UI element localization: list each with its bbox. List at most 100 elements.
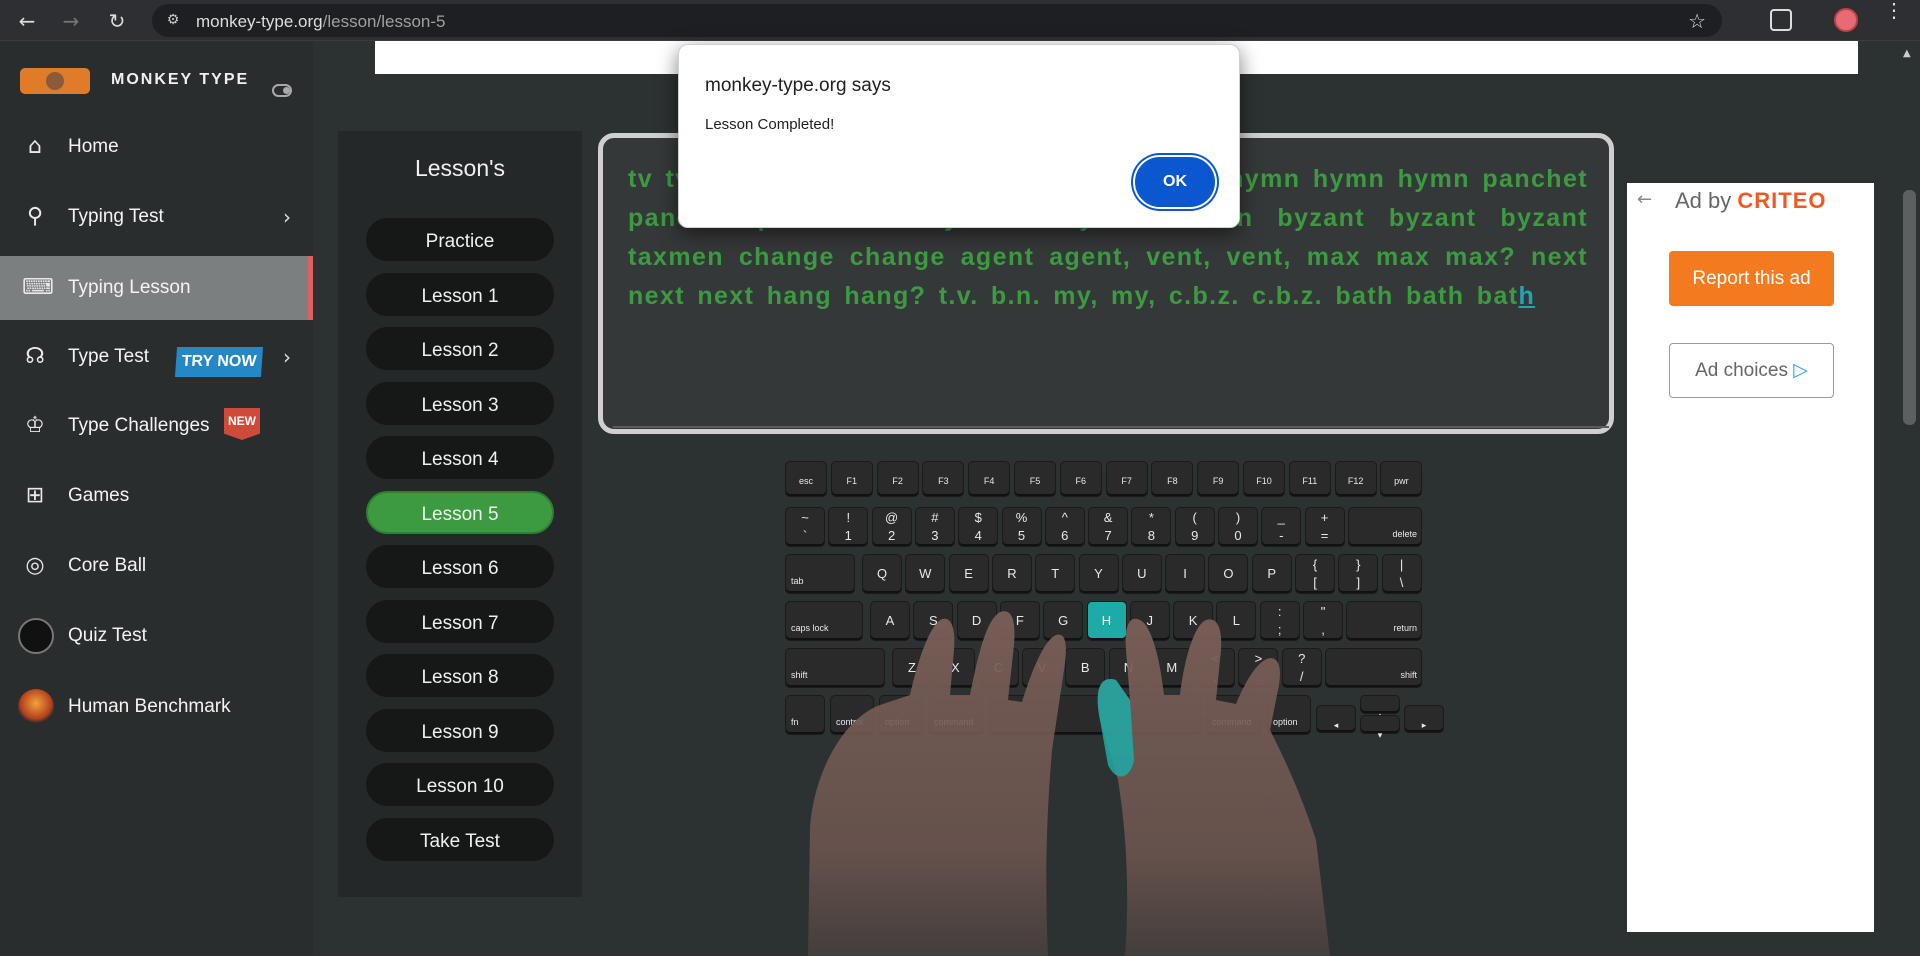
key-f11: F11 (1288, 461, 1331, 497)
key-esc: esc (785, 461, 827, 497)
lesson-button-8[interactable]: Lesson 8 (366, 654, 554, 697)
extensions-icon[interactable] (1770, 9, 1792, 31)
theme-toggle-icon[interactable] (272, 84, 292, 97)
sidebar-item-type-challenges[interactable]: ♔ Type Challenges (0, 394, 313, 458)
try-now-badge[interactable]: TRY NOW (174, 347, 264, 377)
lesson-button-4[interactable]: Lesson 4 (366, 436, 554, 479)
ad-by-text: Ad by (1675, 188, 1732, 213)
dialog-message: Lesson Completed! (705, 116, 835, 133)
key-f7: F7 (1105, 461, 1148, 497)
sidebar-item-quiz-test[interactable]: Quiz Test (0, 604, 313, 668)
brand-name[interactable]: MONKEY TYPE (111, 71, 249, 89)
lesson-button-10[interactable]: Lesson 10 (366, 763, 554, 806)
dialog-title: monkey-type.org says (705, 75, 891, 96)
sidebar-item-type-test[interactable]: ☊ Type Test › (0, 325, 313, 389)
sidebar-item-home[interactable]: ⌂ Home (0, 115, 313, 179)
scrollbar-thumb[interactable] (1903, 190, 1916, 425)
new-badge: NEW (224, 408, 260, 440)
page-scrollbar[interactable] (1900, 41, 1920, 956)
ad-choices-button[interactable]: Ad choices ▷ (1669, 343, 1834, 398)
key-2: @2 (871, 507, 912, 547)
report-ad-button[interactable]: Report this ad (1669, 251, 1834, 306)
bookmark-star-icon[interactable]: ☆ (1688, 9, 1706, 33)
text-divider (613, 426, 1609, 428)
profile-avatar[interactable] (1834, 8, 1858, 32)
key-o: O (1208, 554, 1249, 594)
key-10: ) 0 (1218, 507, 1258, 547)
lesson-button-2[interactable]: Lesson 2 (366, 327, 554, 370)
scroll-up-arrow-icon[interactable]: ▲ (1903, 48, 1915, 59)
key-e: E (948, 554, 989, 594)
key-4: $4 (958, 507, 999, 547)
sidebar-item-label: Home (68, 136, 119, 157)
sidebar-item-label: Quiz Test (68, 625, 147, 646)
key-delete: delete (1347, 507, 1422, 547)
key-1: ! 1 (828, 507, 869, 547)
ad-by-label: Ad by CRITEO (1675, 188, 1827, 214)
key-f9: F9 (1197, 461, 1240, 497)
browser-menu-icon[interactable]: ⋮ (1884, 1, 1904, 21)
reload-icon[interactable]: ↻ (104, 8, 130, 34)
key-i: I (1165, 554, 1206, 594)
chevron-right-icon[interactable]: › (283, 345, 291, 369)
site-info-icon[interactable]: ⚙ (164, 11, 182, 29)
lesson-button-3[interactable]: Lesson 3 (366, 382, 554, 425)
address-bar[interactable]: ⚙ monkey-type.org/lesson/lesson-5 ☆ (152, 4, 1722, 37)
key-p: P (1251, 554, 1292, 594)
key-9: (9 (1174, 507, 1215, 547)
gitlab-icon: ☊ (25, 344, 45, 369)
sidebar-item-typing-test[interactable]: ⚲ Typing Test › (0, 185, 313, 249)
key-7: & 7 (1088, 507, 1129, 547)
chevron-right-icon[interactable]: › (283, 205, 291, 229)
lesson-button-practice[interactable]: Practice (366, 218, 554, 261)
forward-icon[interactable]: → (58, 8, 84, 34)
sidebar-item-games[interactable]: ⊞ Games (0, 464, 313, 528)
key-f4: F4 (968, 461, 1011, 497)
key-f8: F8 (1151, 461, 1194, 497)
home-icon: ⌂ (28, 134, 42, 159)
brain-fire-icon (18, 689, 54, 725)
ad-back-icon[interactable]: ← (1637, 189, 1652, 210)
key-w: W (905, 554, 946, 594)
sidebar-item-typing-lesson[interactable]: ⌨ Typing Lesson (0, 256, 313, 320)
sidebar-item-label: Human Benchmark (68, 696, 231, 717)
monkey-type-logo[interactable] (20, 68, 90, 94)
sidebar-item-human-benchmark[interactable]: Human Benchmark (0, 675, 313, 739)
ad-panel: ← Ad by CRITEO Report this ad Ad choices… (1627, 183, 1874, 932)
key-bracket-1: }] (1338, 554, 1379, 594)
take-test-button[interactable]: Take Test (366, 818, 554, 861)
lesson-button-6[interactable]: Lesson 6 (366, 545, 554, 588)
key-bracket-0: {[ (1295, 554, 1335, 594)
hands-illustration (808, 611, 1330, 956)
criteo-logo: CRITEO (1737, 188, 1827, 213)
cursor-character: h (1518, 282, 1536, 310)
sidebar-item-label: Type Test (68, 346, 149, 367)
keyboard-icon: ⌨ (22, 275, 54, 300)
lesson-button-5[interactable]: Lesson 5 (366, 491, 554, 534)
key-f6: F6 (1059, 461, 1102, 497)
sidebar-item-label: Core Ball (68, 555, 147, 576)
key-f5: F5 (1014, 461, 1056, 497)
key-arrow-right: ▸ (1404, 705, 1444, 733)
key-f2: F2 (876, 461, 919, 497)
target-icon: ◎ (25, 553, 45, 578)
lesson-button-7[interactable]: Lesson 7 (366, 600, 554, 643)
lessons-heading: Lesson's (414, 155, 506, 181)
key-f12: F12 (1334, 461, 1377, 497)
key-u: U (1121, 554, 1162, 594)
quiz-lightbulb-icon (18, 618, 54, 654)
key-bracket-2: | \ (1381, 554, 1422, 594)
lesson-button-1[interactable]: Lesson 1 (366, 273, 554, 316)
ok-button[interactable]: OK (1135, 157, 1215, 207)
key-6: ^ 6 (1044, 507, 1085, 547)
adchoices-icon: ▷ (1793, 359, 1808, 381)
back-icon[interactable]: ← (14, 8, 40, 34)
sidebar-item-label: Type Challenges (68, 415, 210, 436)
lesson-button-9[interactable]: Lesson 9 (366, 709, 554, 752)
github-icon: ⚲ (26, 204, 44, 229)
lesson-panel: Lesson's Practice Lesson 1 Lesson 2 Less… (338, 131, 582, 897)
key-f1: F1 (830, 461, 873, 497)
url-text[interactable]: monkey-type.org/lesson/lesson-5 (196, 12, 445, 32)
key-y: Y (1078, 554, 1119, 594)
sidebar-item-core-ball[interactable]: ◎ Core Ball (0, 534, 313, 598)
